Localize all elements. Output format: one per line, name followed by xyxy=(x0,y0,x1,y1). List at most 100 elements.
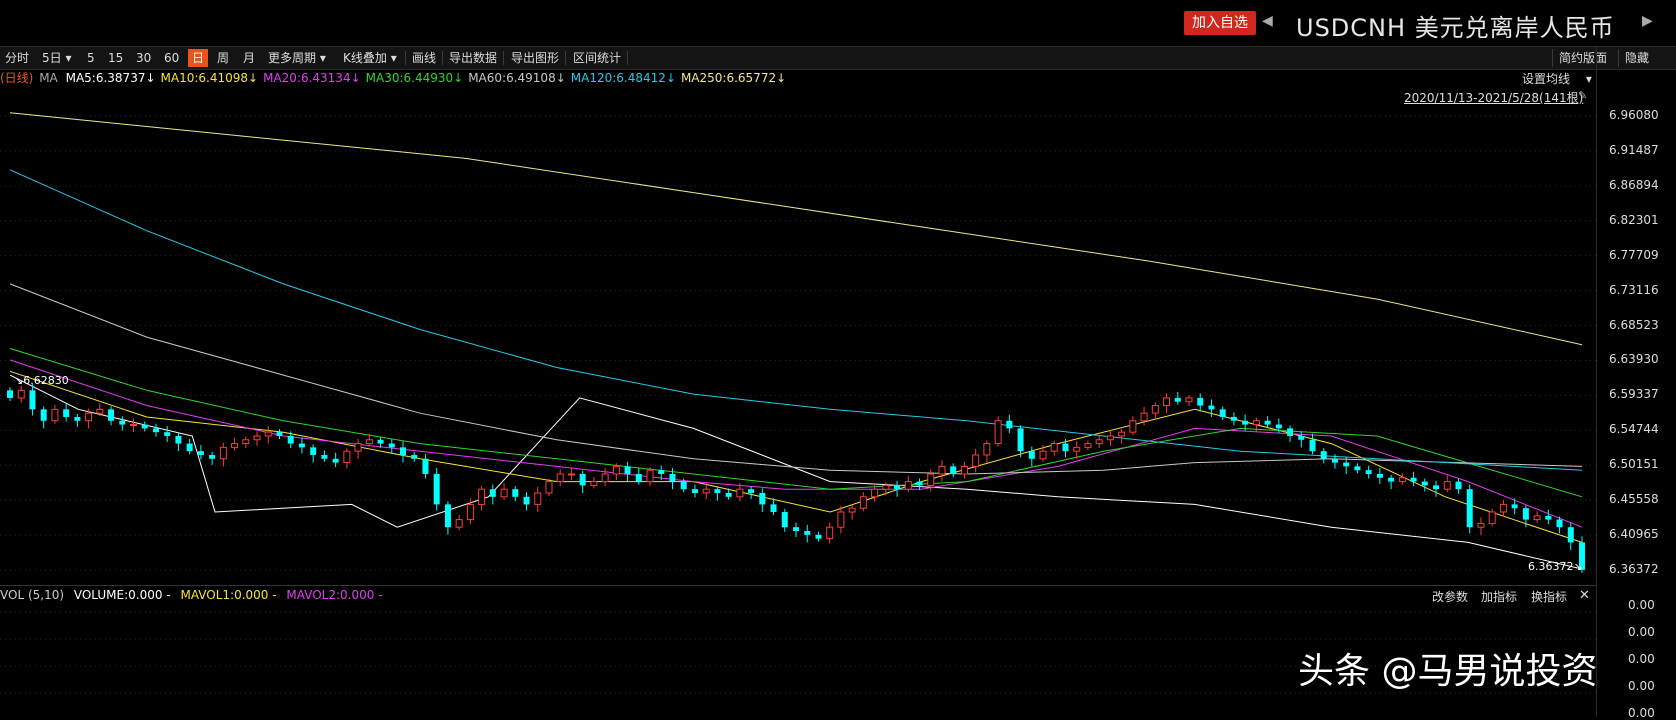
candle-body xyxy=(793,527,799,532)
candle-body xyxy=(377,439,384,444)
candle-body xyxy=(781,511,788,528)
price-tick-label: 6.63930 xyxy=(1609,352,1659,367)
candle xyxy=(1455,478,1462,494)
candle-body xyxy=(1163,397,1171,407)
candle-body xyxy=(433,473,440,505)
switch-indicator-button[interactable]: 换指标 xyxy=(1531,588,1567,605)
candle xyxy=(1230,412,1237,426)
volume-legend: VOL (5,10) VOLUME:0.000 - MAVOL1:0.000 -… xyxy=(0,588,389,602)
candle xyxy=(242,436,250,449)
candle-body xyxy=(1252,420,1260,426)
candle xyxy=(1567,522,1574,551)
candle xyxy=(804,524,811,543)
candle xyxy=(141,421,148,432)
edit-params-button[interactable]: 改参数 xyxy=(1432,588,1468,605)
candle-body xyxy=(287,435,294,444)
candle-body xyxy=(1522,508,1529,520)
candle-body xyxy=(1433,485,1440,490)
candle-body xyxy=(1320,451,1327,459)
candle-body xyxy=(141,424,148,429)
next-symbol-arrow-icon[interactable]: ▶ xyxy=(1642,13,1653,29)
candle-body xyxy=(815,534,822,539)
candle-body xyxy=(1275,424,1282,429)
candle-body xyxy=(1073,446,1081,452)
y-axis-line xyxy=(1596,46,1597,717)
candle-body xyxy=(186,443,193,452)
candle-body xyxy=(669,473,676,482)
candle xyxy=(29,384,36,416)
candle xyxy=(960,461,968,479)
candle xyxy=(601,467,609,487)
candle xyxy=(17,385,25,403)
candle xyxy=(1388,474,1395,490)
candle xyxy=(523,492,530,511)
candle-body xyxy=(1410,477,1417,482)
candle-body xyxy=(17,389,25,399)
candle xyxy=(231,437,239,451)
candle-body xyxy=(264,431,272,437)
candle xyxy=(994,416,1002,447)
candle xyxy=(40,406,47,429)
candle-body xyxy=(826,526,834,540)
candle-body xyxy=(1208,405,1215,410)
watermark: 头条 @马男说投资 xyxy=(1298,651,1598,692)
candle-body xyxy=(1354,466,1361,471)
candle xyxy=(567,467,575,481)
volume-tick-label: 0.00 xyxy=(1628,679,1655,693)
candle-body xyxy=(691,489,698,493)
candle xyxy=(702,483,710,500)
candle xyxy=(1477,517,1485,535)
candle xyxy=(1398,473,1406,485)
candle-body xyxy=(567,473,575,476)
ma-line-ma250 xyxy=(9,112,1583,346)
candle-body xyxy=(1264,420,1271,425)
candle-body xyxy=(96,408,104,414)
price-tick-label: 6.73116 xyxy=(1609,282,1659,297)
candle xyxy=(354,439,362,459)
candle xyxy=(1376,467,1383,484)
candle xyxy=(388,439,395,454)
candle xyxy=(500,483,508,500)
candle xyxy=(972,448,980,473)
candle-body xyxy=(1545,515,1552,520)
candle-body xyxy=(534,492,542,505)
candle xyxy=(1466,484,1473,534)
candle-body xyxy=(276,432,283,436)
candle xyxy=(815,531,822,542)
close-icon[interactable]: ✕ xyxy=(1579,588,1590,603)
candle-body xyxy=(489,489,496,497)
candle-body xyxy=(1331,458,1338,463)
candle xyxy=(1163,393,1171,414)
candle-body xyxy=(444,504,451,528)
candle xyxy=(556,469,564,487)
candle-body xyxy=(1421,481,1428,486)
candle xyxy=(983,440,991,463)
candle xyxy=(859,492,867,512)
candle xyxy=(321,450,328,462)
candle-body xyxy=(175,435,182,444)
candle xyxy=(1488,508,1496,527)
candle-body xyxy=(1287,428,1294,436)
candle xyxy=(837,505,845,534)
candle-body xyxy=(1242,420,1249,425)
candle xyxy=(748,486,755,500)
candle-body xyxy=(646,469,654,483)
candle-body xyxy=(1230,416,1237,421)
hide-button[interactable]: 隐藏 xyxy=(1618,49,1655,67)
candle-body xyxy=(354,443,362,452)
candle-body xyxy=(343,450,351,464)
high-price-label: ↘6.62830 xyxy=(14,374,69,387)
price-tick-label: 6.77709 xyxy=(1609,247,1659,262)
candle-body xyxy=(972,454,980,467)
candle xyxy=(422,454,429,479)
candle xyxy=(1006,414,1013,433)
candle-body xyxy=(1219,409,1226,417)
candle xyxy=(534,486,542,512)
candlestick-chart[interactable]: ↘6.62830 6.36372↘ xyxy=(0,0,1596,717)
candle xyxy=(1073,441,1081,459)
candle xyxy=(1309,433,1316,455)
candle-body xyxy=(478,488,486,505)
volume-tick-label: 0.00 xyxy=(1628,625,1655,639)
add-indicator-button[interactable]: 加指标 xyxy=(1481,588,1517,605)
mavol2-value: MAVOL2:0.000 - xyxy=(286,588,383,602)
